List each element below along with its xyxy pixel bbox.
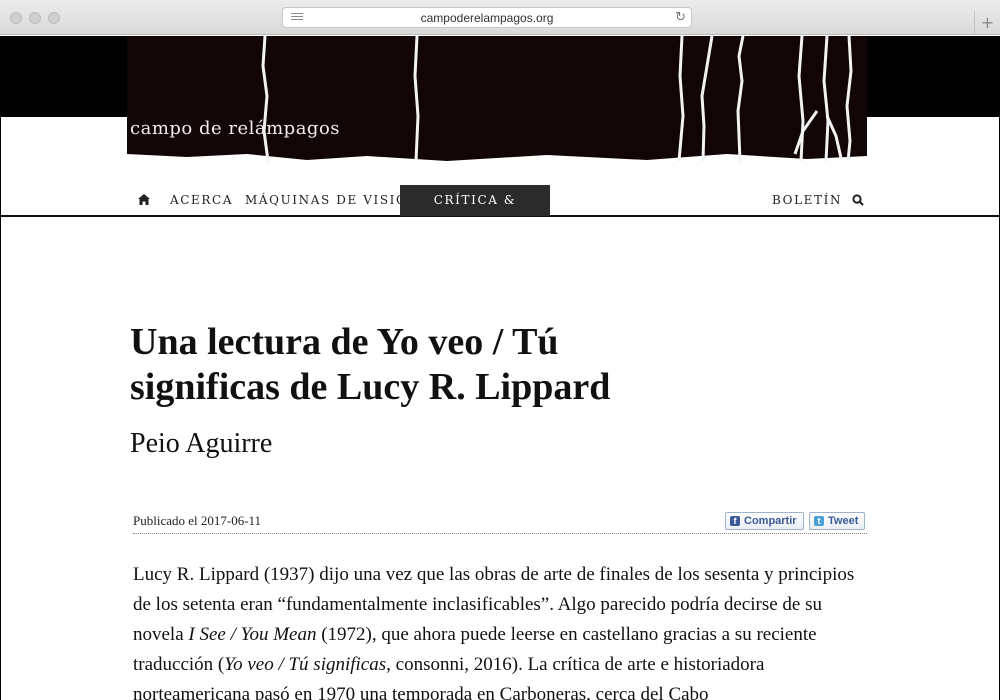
article-body: Lucy R. Lippard (1937) dijo una vez que … — [133, 560, 873, 700]
browser-toolbar: campoderelampagos.org ↻ + — [0, 0, 1000, 35]
address-bar[interactable]: campoderelampagos.org ↻ — [282, 7, 692, 28]
nav-item-maquinas-de-vision[interactable]: Máquinas de visión — [245, 185, 420, 216]
reload-icon[interactable]: ↻ — [675, 10, 686, 25]
zoom-window-button[interactable] — [48, 12, 60, 24]
twitter-share-button[interactable]: t Tweet — [809, 512, 866, 530]
home-icon[interactable] — [138, 194, 150, 205]
nav-item-critica-reviews[interactable]: Crítica & Reviews — [400, 185, 550, 238]
page-left-border — [0, 217, 1, 700]
twitter-share-label: Tweet — [828, 515, 859, 527]
facebook-share-label: Compartir — [744, 515, 797, 527]
book-title-translation: Yo veo / Tú significas — [224, 654, 387, 675]
article-title: Una lectura de Yo veo / Tú significas de… — [130, 321, 611, 408]
publish-date: Publicado el 2017-06-11 — [133, 513, 262, 528]
banner-artwork: campo de relámpagos — [127, 36, 867, 161]
twitter-icon: t — [814, 516, 824, 526]
url-text: campoderelampagos.org — [420, 11, 554, 25]
article-meta: Publicado el 2017-06-11 f Compartir t Tw… — [133, 510, 867, 534]
main-navigation: Acerca Máquinas de visión Crítica & Revi… — [0, 161, 1000, 238]
site-title[interactable]: campo de relámpagos — [130, 118, 340, 139]
new-tab-button[interactable]: + — [974, 11, 1000, 35]
minimize-window-button[interactable] — [29, 12, 41, 24]
search-icon[interactable] — [852, 194, 864, 206]
nav-item-boletin[interactable]: Boletín — [772, 185, 842, 216]
facebook-share-button[interactable]: f Compartir — [725, 512, 804, 530]
close-window-button[interactable] — [10, 12, 22, 24]
book-title-original: I See / You Mean — [188, 624, 317, 645]
lightning-artwork — [127, 36, 867, 161]
facebook-icon: f — [730, 516, 740, 526]
article-author[interactable]: Peio Aguirre — [130, 428, 272, 460]
nav-item-acerca[interactable]: Acerca — [170, 185, 233, 216]
